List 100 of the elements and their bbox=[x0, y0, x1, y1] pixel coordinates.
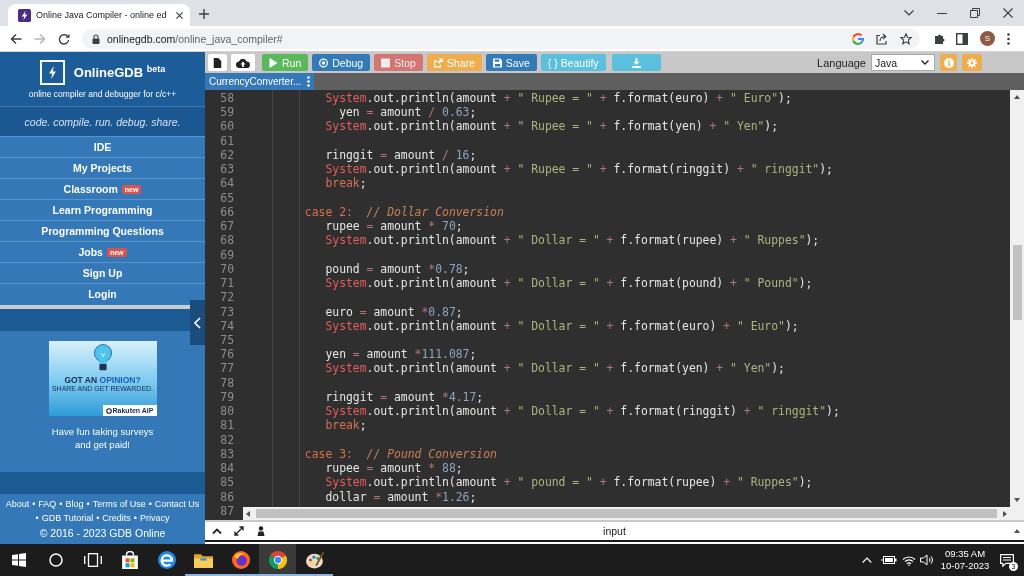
line-number: 71 bbox=[220, 276, 234, 291]
reload-icon[interactable] bbox=[58, 32, 70, 45]
caret-icon bbox=[921, 60, 929, 65]
line-number: 66 bbox=[220, 204, 234, 219]
info-icon bbox=[943, 57, 954, 68]
code-line: yen = amount *111.087; bbox=[325, 347, 477, 362]
vertical-scrollbar[interactable] bbox=[1010, 90, 1024, 520]
footer-link[interactable]: Terms of Use bbox=[92, 496, 146, 511]
code-line: System.out.println(amount + " Rupee = " + f.format(euro) + " Euro"); bbox=[325, 91, 792, 106]
sidebar-menu-item[interactable]: Sign Up bbox=[0, 262, 205, 283]
settings-icon bbox=[967, 57, 977, 68]
line-number: 79 bbox=[220, 389, 234, 404]
line-number: 67 bbox=[220, 219, 234, 234]
code-editor[interactable] bbox=[205, 90, 1024, 520]
bullet-separator: • bbox=[148, 497, 152, 511]
collapse-sidebar-button[interactable] bbox=[190, 300, 205, 345]
input-label[interactable]: input bbox=[603, 525, 626, 537]
file-tab[interactable]: CurrencyConverter... bbox=[205, 73, 314, 90]
clock-date[interactable]: 10-07-2023 bbox=[940, 560, 990, 572]
clock-time[interactable]: 09:35 AM bbox=[944, 548, 986, 560]
plus-icon[interactable] bbox=[199, 9, 209, 19]
code-line: case 3: // Pound Conversion bbox=[304, 446, 497, 462]
arrow-right-icon[interactable] bbox=[1003, 510, 1007, 517]
icon-button[interactable] bbox=[231, 54, 255, 71]
shopping-bag-icon bbox=[120, 551, 139, 569]
line-number: 70 bbox=[220, 261, 234, 276]
toolbar-button[interactable]: Save bbox=[485, 54, 537, 71]
arrow-up-icon[interactable] bbox=[1014, 95, 1020, 99]
circle-dot-icon bbox=[319, 57, 329, 68]
sidebar-menu-item[interactable]: Programming Questions bbox=[0, 220, 205, 241]
brand-name[interactable]: OnlineGDB $^{beta}$ bbox=[73, 63, 166, 81]
code-line: System.out.println(amount + " Dollar = " + f.format(ringgit) + " ringgit"); bbox=[325, 404, 840, 419]
bullet-separator: • bbox=[35, 511, 39, 525]
arrow-up-icon[interactable] bbox=[1014, 529, 1020, 533]
line-number: 80 bbox=[220, 404, 234, 419]
wifi-icon[interactable] bbox=[902, 554, 916, 566]
taskbar-button[interactable] bbox=[259, 544, 296, 576]
bullet-separator: • bbox=[32, 497, 36, 511]
chevron-up-icon[interactable] bbox=[212, 528, 222, 534]
sidebar-menu-item[interactable]: IDE bbox=[0, 136, 205, 157]
star-icon[interactable] bbox=[900, 32, 912, 45]
brand-subtitle: online compiler and debugger for c/c++ bbox=[28, 88, 177, 99]
lightbulb-icon bbox=[93, 344, 112, 373]
footer-link[interactable]: Privacy bbox=[140, 510, 170, 525]
g-logo-icon[interactable] bbox=[852, 32, 864, 45]
address-field[interactable]: onlinegdb.com/online_java_compiler# bbox=[82, 28, 920, 49]
arrow-down-icon[interactable] bbox=[1014, 498, 1020, 502]
arrow-left-icon[interactable] bbox=[246, 510, 250, 517]
toolbar-button[interactable]: Run bbox=[262, 54, 309, 71]
side-panel-icon[interactable] bbox=[956, 32, 968, 45]
toolbar-button[interactable]: Debug bbox=[312, 54, 371, 71]
puzzle-icon[interactable] bbox=[934, 32, 946, 45]
footer-link[interactable]: Blog bbox=[65, 496, 84, 511]
lightning-logo-icon[interactable] bbox=[39, 59, 65, 85]
footer-link[interactable]: GDB Tutorial bbox=[41, 510, 94, 525]
line-number: 77 bbox=[220, 361, 234, 376]
line-number: 69 bbox=[220, 247, 234, 262]
file-icon bbox=[213, 57, 222, 68]
code-line: System.out.println(amount + " Dollar = " + f.format(rupee) + " Ruppes"); bbox=[325, 233, 820, 248]
scrollbar-thumb[interactable] bbox=[1012, 245, 1022, 320]
stop-icon bbox=[381, 57, 391, 68]
line-number: 86 bbox=[220, 489, 234, 504]
sidebar-menu-item[interactable]: My Projects bbox=[0, 157, 205, 178]
browser-tab[interactable]: Online Java Compiler - online ed bbox=[8, 4, 190, 26]
line-number: 82 bbox=[220, 432, 234, 447]
footer-link[interactable]: Contact Us bbox=[154, 496, 200, 511]
horizontal-scrollbar[interactable] bbox=[243, 507, 1010, 520]
footer-link[interactable]: About bbox=[5, 496, 30, 511]
sidebar-menu-item[interactable]: Learn Programming bbox=[0, 199, 205, 220]
kebab-menu-icon[interactable] bbox=[307, 76, 310, 87]
language-select[interactable]: Java bbox=[871, 54, 935, 71]
code-line: System.out.println(amount + " Rupee = " + f.format(ringgit) + " ringgit"); bbox=[325, 162, 833, 177]
back-arrow-icon[interactable] bbox=[10, 32, 22, 45]
scrollbar-thumb[interactable] bbox=[256, 509, 997, 518]
battery-icon[interactable] bbox=[881, 555, 897, 565]
footer-link[interactable]: Credits bbox=[102, 510, 131, 525]
language-label: Language bbox=[817, 56, 866, 69]
expand-arrows-icon[interactable] bbox=[234, 526, 244, 536]
restore-icon[interactable] bbox=[970, 8, 980, 18]
profile-avatar[interactable]: S bbox=[980, 31, 995, 46]
minimize-icon[interactable] bbox=[937, 12, 947, 14]
task-view-icon bbox=[83, 553, 102, 567]
speech-bubble-icon bbox=[1000, 553, 1014, 567]
close-icon[interactable] bbox=[1003, 8, 1013, 18]
close-icon[interactable] bbox=[176, 11, 183, 19]
share-icon[interactable] bbox=[876, 32, 888, 45]
chevron-down-icon[interactable] bbox=[904, 10, 914, 16]
icon-button[interactable] bbox=[208, 54, 227, 71]
speaker-icon[interactable] bbox=[920, 554, 934, 566]
person-icon[interactable] bbox=[256, 526, 266, 536]
bullet-separator: • bbox=[96, 511, 100, 525]
line-number: 62 bbox=[220, 147, 234, 162]
share-icon bbox=[433, 57, 443, 68]
footer-link[interactable]: FAQ bbox=[38, 496, 57, 511]
code-line: case 2: // Dollar Conversion bbox=[304, 204, 504, 220]
line-number: 58 bbox=[220, 91, 234, 105]
kebab-menu-icon[interactable] bbox=[1007, 32, 1010, 45]
search-icon bbox=[48, 553, 63, 567]
line-number: 85 bbox=[220, 475, 234, 490]
code-line: ringgit = amount *4.17; bbox=[325, 389, 484, 405]
